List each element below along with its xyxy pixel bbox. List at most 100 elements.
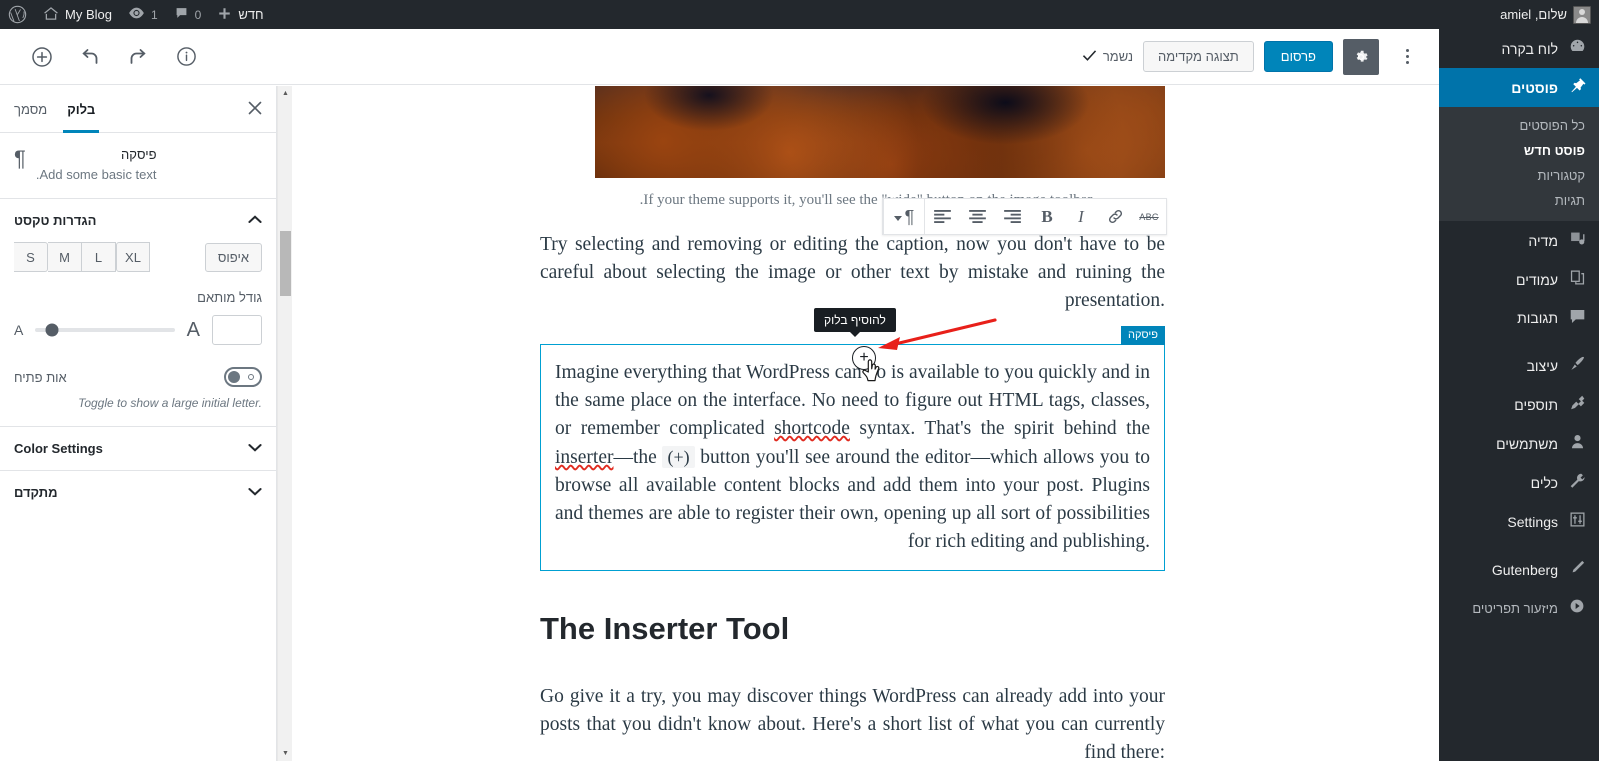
toggle-off-mark <box>248 374 254 380</box>
admin-bar-site-name[interactable]: My Blog <box>35 0 120 29</box>
advanced-header[interactable]: מתקדם <box>0 471 276 514</box>
tab-block[interactable]: בלוק <box>63 86 100 133</box>
color-settings-title: Color Settings <box>14 441 103 456</box>
font-size-xl[interactable]: XL <box>116 242 150 272</box>
admin-bar-new-content[interactable]: חדש <box>209 0 271 29</box>
strikethrough-button[interactable]: ABC <box>1132 199 1166 234</box>
paragraph-block-3[interactable]: Go give it a try, you may discover thing… <box>540 683 1165 761</box>
gear-icon[interactable] <box>1343 38 1379 75</box>
sidebar-item-settings[interactable]: Settings <box>1439 502 1599 541</box>
sidebar-item-comments[interactable]: תגובות <box>1439 299 1599 337</box>
sidebar-item-pages[interactable]: עמודים <box>1439 260 1599 299</box>
sidebar-item-plugins[interactable]: תוספים <box>1439 385 1599 424</box>
heading-block[interactable]: The Inserter Tool <box>540 611 1165 647</box>
paragraph-block-1[interactable]: Try selecting and removing or editing th… <box>540 231 1165 315</box>
font-size-m[interactable]: M <box>48 242 82 272</box>
text-settings-panel: הגדרות טקסט S M L XL איפוס גודל מותאם A … <box>0 199 276 426</box>
toggle-knob <box>228 371 240 383</box>
add-block-inserter-button[interactable]: + <box>852 346 876 370</box>
block-format-toolbar: ¶ B I ABC <box>882 198 1167 235</box>
block-settings-sidebar: מסמך בלוק ¶ פיסקה Add some basic text. ה… <box>0 86 277 761</box>
admin-bar-greeting: שלום, amiel <box>1500 7 1567 22</box>
inserter-tooltip: להוסיף בלוק <box>814 308 896 332</box>
close-icon[interactable] <box>248 100 262 118</box>
paragraph-type-dropdown-icon[interactable]: ¶ <box>884 199 924 234</box>
users-icon <box>1567 433 1587 454</box>
scroll-up-arrow-icon[interactable]: ▲ <box>278 86 293 101</box>
admin-bar-updates[interactable]: 1 <box>120 0 166 29</box>
tools-wrench-icon <box>1567 472 1587 493</box>
sidebar-item-tools[interactable]: כלים <box>1439 463 1599 502</box>
tab-document[interactable]: מסמך <box>14 86 47 133</box>
submenu-item-categories[interactable]: קטגוריות <box>1439 163 1599 188</box>
dashboard-icon <box>1567 38 1587 59</box>
admin-bar-account[interactable]: שלום, amiel <box>1492 0 1599 29</box>
redo-icon[interactable] <box>120 39 156 75</box>
chevron-down-icon <box>893 208 902 226</box>
slider-knob[interactable] <box>45 323 59 337</box>
italic-button[interactable]: I <box>1064 199 1098 234</box>
sidebar-scrollbar[interactable]: ▲ ▼ <box>277 86 292 761</box>
custom-size-input[interactable] <box>212 315 262 345</box>
plugins-plug-icon <box>1567 394 1587 415</box>
sidebar-item-label: פוסטים <box>1511 79 1558 96</box>
advanced-panel: מתקדם <box>0 470 276 514</box>
sidebar-item-dashboard[interactable]: לוח בקרה <box>1439 29 1599 68</box>
add-block-plus-icon[interactable] <box>24 39 60 75</box>
align-center-icon[interactable] <box>960 199 995 234</box>
bold-button[interactable]: B <box>1030 199 1064 234</box>
font-size-s[interactable]: S <box>14 242 48 272</box>
autumn-forest-photo <box>595 86 1165 178</box>
user-avatar-icon <box>1573 5 1591 24</box>
align-left-icon[interactable] <box>925 199 960 234</box>
admin-bar-comments[interactable]: 0 <box>166 0 210 29</box>
media-icon <box>1567 230 1587 251</box>
sidebar-item-posts[interactable]: פוסטים <box>1439 68 1599 107</box>
scrollbar-thumb[interactable] <box>280 231 291 296</box>
sidebar-item-collapse-menu[interactable]: מיזעור תפריטים <box>1439 589 1599 627</box>
paragraph-3-text: Go give it a try, you may discover thing… <box>540 686 1165 761</box>
post-content-column: If your theme supports it, you'll see th… <box>540 86 1165 761</box>
submenu-item-new-post[interactable]: פוסט חדש <box>1439 138 1599 163</box>
selected-paragraph-block[interactable]: פיסקה Imagine everything that WordPress … <box>540 326 1165 571</box>
link-icon[interactable] <box>1098 199 1132 234</box>
info-icon[interactable] <box>168 39 204 75</box>
paragraph-2-segment-2: syntax. That's the spirit behind the <box>849 418 1151 439</box>
settings-tabs: מסמך בלוק <box>0 86 276 133</box>
pages-icon <box>1567 269 1587 290</box>
publish-button[interactable]: פרסום <box>1263 41 1333 72</box>
editor-header: פרסום תצוגה מקדימה נשמר <box>0 29 1439 85</box>
reset-button[interactable]: איפוס <box>204 242 262 272</box>
text-settings-header[interactable]: הגדרות טקסט <box>0 199 276 242</box>
block-type-badge: פיסקה <box>1120 326 1165 345</box>
block-type-description: Add some basic text. <box>35 167 157 182</box>
admin-bar-right-section: חדש 0 1 My Blog <box>0 0 272 29</box>
image-block[interactable]: If your theme supports it, you'll see th… <box>540 86 1165 209</box>
sidebar-item-label: כלים <box>1530 474 1558 491</box>
font-size-l[interactable]: L <box>82 242 116 272</box>
submenu-item-tags[interactable]: תגיות <box>1439 188 1599 213</box>
dropcap-help-text: Toggle to show a large initial letter. <box>78 396 262 410</box>
scroll-down-arrow-icon[interactable]: ▼ <box>278 746 293 761</box>
align-right-icon[interactable] <box>995 199 1030 234</box>
more-options-icon[interactable] <box>1389 39 1425 75</box>
sidebar-item-label: תוספים <box>1514 396 1558 413</box>
preview-button[interactable]: תצוגה מקדימה <box>1143 41 1254 72</box>
updates-icon <box>128 6 145 23</box>
sidebar-item-gutenberg[interactable]: Gutenberg <box>1439 550 1599 589</box>
misspelled-word-inserter: inserter <box>555 447 614 468</box>
sidebar-item-users[interactable]: משתמשים <box>1439 424 1599 463</box>
dropcap-label: אות פתיח <box>14 369 67 385</box>
undo-icon[interactable] <box>72 39 108 75</box>
submenu-item-all-posts[interactable]: כל הפוסטים <box>1439 113 1599 138</box>
dropcap-toggle[interactable] <box>224 367 262 387</box>
color-settings-header[interactable]: Color Settings <box>0 427 276 470</box>
saved-status: נשמר <box>1082 49 1133 65</box>
sidebar-item-appearance[interactable]: עיצוב <box>1439 346 1599 385</box>
custom-size-label: גודל מותאם <box>197 290 262 305</box>
paragraph-block-2[interactable]: Imagine everything that WordPress can do… <box>555 359 1150 556</box>
admin-sidebar-menu: לוח בקרה פוסטים כל הפוסטים פוסט חדש קטגו… <box>1439 29 1599 761</box>
sidebar-item-media[interactable]: מדיה <box>1439 221 1599 260</box>
wordpress-logo-icon[interactable] <box>0 0 35 29</box>
font-size-slider[interactable] <box>35 323 175 337</box>
